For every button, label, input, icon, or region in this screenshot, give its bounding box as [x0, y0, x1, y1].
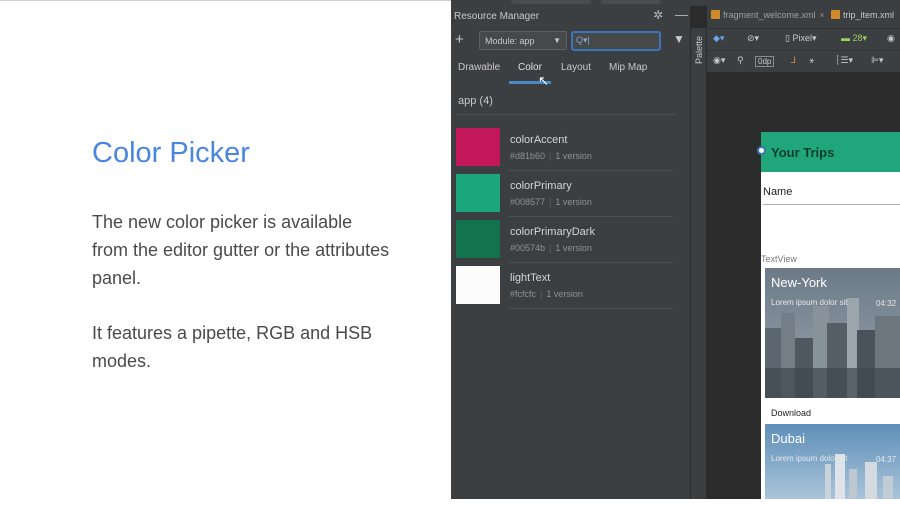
chevron-down-icon: ▼	[553, 36, 561, 45]
color-swatch	[456, 128, 500, 166]
top-divider	[0, 0, 451, 1]
theme-icon[interactable]: ◉	[887, 33, 895, 44]
editor-tabs: fragment_welcome.xml × trip_item.xml	[707, 6, 900, 28]
tab-trip-item[interactable]: trip_item.xml	[831, 10, 894, 20]
orientation-icon[interactable]: ⊘▾	[747, 33, 759, 44]
trip-card[interactable]: New-York Lorem ipsum dolor sit 04:32 Dow…	[765, 268, 900, 423]
layout-editor: fragment_welcome.xml × trip_item.xml ◆▾ ⊘…	[707, 6, 900, 499]
name-field[interactable]: Name	[763, 186, 792, 198]
editor-toolbar-bottom: ◉▾ ⚲ 0dp ⅃ ⚹ ┆☰▾ ⊫▾	[707, 50, 900, 72]
color-resource-row[interactable]: lightText #fcfcfc | 1 version	[451, 266, 691, 312]
align-icon[interactable]: ⊫▾	[871, 55, 883, 66]
app-bar[interactable]: Your Trips	[757, 132, 900, 172]
card-time: 04:37	[876, 455, 897, 464]
device-select[interactable]: ▯ Pixel▾	[785, 33, 817, 44]
card-title: New-York	[771, 275, 827, 290]
slide-paragraph-1: The new color picker is available from t…	[92, 212, 390, 288]
phone-preview: Your Trips Name TextView New-York Lorem …	[757, 132, 900, 499]
resource-manager-title: Resource Manager	[454, 11, 540, 22]
funnel-icon[interactable]: ▼	[673, 32, 685, 46]
card-subtitle: Lorem ipsum dolor sit	[771, 298, 848, 307]
plus-icon[interactable]: +	[455, 31, 464, 48]
download-link[interactable]: Download	[771, 408, 811, 418]
resource-meta: #fcfcfc | 1 version	[510, 289, 583, 299]
color-swatch	[456, 220, 500, 258]
resource-meta: #d81b60 | 1 version	[510, 151, 592, 161]
group-divider	[456, 114, 676, 115]
resource-manager-panel: Resource Manager ✲ — + Module: app ▼ Q▾|…	[451, 6, 691, 499]
tab-layout[interactable]: Layout	[561, 62, 591, 73]
module-select[interactable]: Module: app ▼	[479, 31, 567, 50]
close-icon[interactable]: ×	[820, 10, 825, 20]
api-level-select[interactable]: ▬ 28▾	[841, 33, 867, 44]
tab-color[interactable]: Color	[518, 62, 542, 73]
palette-toggle[interactable]: Palette	[691, 28, 707, 499]
resource-name: colorPrimaryDark	[510, 226, 595, 238]
xml-file-icon	[711, 10, 720, 19]
resource-name: lightText	[510, 272, 551, 284]
textview-label: TextView	[761, 254, 797, 264]
color-resource-row[interactable]: colorPrimaryDark #00574b | 1 version	[451, 220, 691, 266]
slide-title: Color Picker	[92, 137, 250, 169]
default-margin-field[interactable]: 0dp	[755, 56, 775, 67]
color-swatch	[456, 266, 500, 304]
xml-file-icon	[831, 10, 840, 19]
infer-constraints-icon[interactable]: ⚹	[809, 55, 814, 66]
editor-toolbar-top: ◆▾ ⊘▾ ▯ Pixel▾ ▬ 28▾ ◉	[707, 28, 900, 50]
group-label: app (4)	[458, 95, 493, 107]
resource-name: colorPrimary	[510, 180, 572, 192]
search-input[interactable]: Q▾|	[571, 31, 661, 51]
slide-paragraph-2: It features a pipette, RGB and HSB modes…	[92, 323, 373, 371]
resource-meta: #008577 | 1 version	[510, 197, 592, 207]
guidelines-icon[interactable]: ┆☰▾	[835, 55, 853, 66]
tab-drawable[interactable]: Drawable	[458, 62, 500, 73]
resource-manager-header: Resource Manager ✲ —	[451, 6, 691, 28]
mouse-cursor-icon: ↖	[538, 73, 549, 88]
design-surface-icon[interactable]: ◆▾	[713, 33, 724, 44]
tab-mip-map[interactable]: Mip Map	[609, 62, 647, 73]
resource-meta: #00574b | 1 version	[510, 243, 592, 253]
card-subtitle: Lorem ipsum dolor sit	[771, 454, 848, 463]
selection-handle[interactable]	[757, 146, 766, 155]
card-title: Dubai	[771, 431, 805, 446]
search-icon: Q▾|	[576, 35, 590, 45]
resource-name: colorAccent	[510, 134, 568, 146]
clear-constraints-icon[interactable]: ⅃	[791, 55, 796, 66]
trip-card[interactable]: Dubai Lorem ipsum dolor sit 04:37	[765, 424, 900, 499]
module-select-label: Module: app	[485, 36, 535, 46]
color-resource-row[interactable]: colorPrimary #008577 | 1 version	[451, 174, 691, 220]
eye-icon[interactable]: ◉▾	[713, 55, 725, 66]
color-resource-row[interactable]: colorAccent #d81b60 | 1 version	[451, 128, 691, 174]
gear-icon[interactable]: ✲	[653, 8, 663, 22]
resource-manager-toolbar: + Module: app ▼ Q▾| ▼	[451, 28, 691, 54]
app-bar-title: Your Trips	[771, 145, 835, 160]
autoconnect-icon[interactable]: ⚲	[737, 55, 744, 66]
minus-icon[interactable]: —	[675, 7, 688, 22]
tab-fragment-welcome[interactable]: fragment_welcome.xml ×	[711, 10, 825, 20]
color-swatch	[456, 174, 500, 212]
ide-window: Resource Manager ✲ — + Module: app ▼ Q▾|…	[451, 0, 900, 499]
palette-label: Palette	[694, 36, 704, 65]
card-time: 04:32	[876, 299, 897, 308]
resource-tabs: Drawable Color Layout Mip Map	[451, 60, 691, 84]
